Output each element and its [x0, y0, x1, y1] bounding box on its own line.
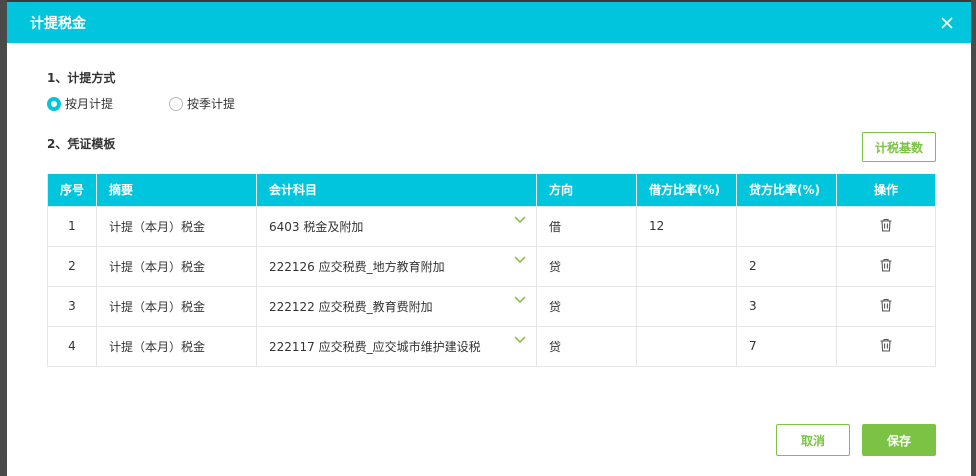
- tax-accrual-dialog: 计提税金 1、计提方式 按月计提 按季计提 2、凭证模板 计税基数 序号 摘要 …: [7, 2, 971, 476]
- close-icon[interactable]: [937, 13, 957, 33]
- cell-no: 2: [47, 245, 97, 287]
- table-row: 2 计提（本月）税金 222126 应交税费_地方教育附加 贷 2: [47, 245, 936, 287]
- cancel-button[interactable]: 取消: [776, 424, 850, 456]
- cell-no: 1: [47, 205, 97, 247]
- backdrop-left: [0, 0, 7, 476]
- watermark: 大数跨境: [6, 444, 118, 470]
- credit-rate-text: 2: [749, 259, 757, 273]
- cell-account-select[interactable]: 222126 应交税费_地方教育附加: [256, 245, 537, 287]
- radio-quarterly-label: 按季计提: [187, 97, 236, 111]
- account-text: 222122 应交税费_教育费附加: [269, 299, 433, 314]
- cell-summary[interactable]: 计提（本月）税金: [96, 205, 257, 247]
- accrual-method-radio-group: 按月计提 按季计提: [47, 95, 235, 112]
- credit-rate-text: 3: [749, 299, 757, 313]
- trash-icon[interactable]: [879, 338, 893, 352]
- summary-text: 计提（本月）税金: [109, 339, 206, 354]
- account-text: 6403 税金及附加: [269, 219, 364, 234]
- summary-text: 计提（本月）税金: [109, 259, 206, 274]
- table-row: 3 计提（本月）税金 222122 应交税费_教育费附加 贷 3: [47, 285, 936, 327]
- credit-rate-text: 7: [749, 339, 757, 353]
- cell-account-select[interactable]: 222122 应交税费_教育费附加: [256, 285, 537, 327]
- table-row: 1 计提（本月）税金 6403 税金及附加 借 12: [47, 205, 936, 247]
- cell-action: [836, 285, 936, 327]
- cell-direction[interactable]: 贷: [536, 325, 637, 367]
- col-header-summary: 摘要: [96, 174, 257, 207]
- cell-debit-rate[interactable]: [636, 245, 737, 287]
- cell-debit-rate[interactable]: [636, 325, 737, 367]
- cell-credit-rate[interactable]: 2: [736, 245, 837, 287]
- cell-direction[interactable]: 贷: [536, 285, 637, 327]
- tax-base-button[interactable]: 计税基数: [862, 132, 936, 162]
- voucher-template-label: 2、凭证模板: [47, 137, 116, 151]
- radio-quarterly-circle[interactable]: [169, 96, 184, 111]
- cell-action: [836, 325, 936, 367]
- radio-monthly[interactable]: 按月计提: [47, 95, 113, 112]
- watermark-text: 大数跨境: [46, 448, 118, 469]
- dialog-header: 计提税金: [7, 2, 971, 43]
- radio-monthly-label: 按月计提: [65, 97, 114, 111]
- summary-text: 计提（本月）税金: [109, 219, 206, 234]
- chevron-down-icon[interactable]: [514, 295, 526, 304]
- col-header-direction: 方向: [536, 174, 637, 207]
- col-header-action: 操作: [836, 174, 936, 207]
- col-header-credit-rate: 贷方比率(%): [736, 174, 837, 207]
- accrual-method-label: 1、计提方式: [47, 71, 116, 85]
- watermark-logo-icon: [6, 448, 41, 466]
- cell-account-select[interactable]: 6403 税金及附加: [256, 205, 537, 247]
- cell-summary[interactable]: 计提（本月）税金: [96, 325, 257, 367]
- voucher-template-table: 序号 摘要 会计科目 方向 借方比率(%) 贷方比率(%) 操作 1 计提（本月…: [47, 174, 936, 367]
- cell-action: [836, 205, 936, 247]
- cell-credit-rate[interactable]: 7: [736, 325, 837, 367]
- chevron-down-icon[interactable]: [514, 255, 526, 264]
- cell-summary[interactable]: 计提（本月）税金: [96, 285, 257, 327]
- close-icon-glyph: [941, 16, 953, 29]
- cell-credit-rate[interactable]: [736, 205, 837, 247]
- col-header-no: 序号: [47, 174, 97, 207]
- trash-icon[interactable]: [879, 258, 893, 272]
- direction-text: 贷: [549, 339, 562, 354]
- cell-credit-rate[interactable]: 3: [736, 285, 837, 327]
- cell-summary[interactable]: 计提（本月）税金: [96, 245, 257, 287]
- cell-no: 4: [47, 325, 97, 367]
- col-header-account: 会计科目: [256, 174, 537, 207]
- col-header-debit-rate: 借方比率(%): [636, 174, 737, 207]
- save-button[interactable]: 保存: [862, 424, 936, 456]
- trash-icon[interactable]: [879, 218, 893, 232]
- cell-debit-rate[interactable]: [636, 285, 737, 327]
- account-text: 222126 应交税费_地方教育附加: [269, 259, 445, 274]
- direction-text: 贷: [549, 299, 562, 314]
- debit-rate-text: 12: [649, 219, 665, 233]
- summary-text: 计提（本月）税金: [109, 299, 206, 314]
- trash-icon[interactable]: [879, 298, 893, 312]
- direction-text: 借: [549, 219, 562, 234]
- cell-no: 3: [47, 285, 97, 327]
- radio-monthly-circle[interactable]: [47, 96, 61, 111]
- radio-quarterly[interactable]: 按季计提: [169, 95, 235, 112]
- cell-direction[interactable]: 贷: [536, 245, 637, 287]
- cell-direction[interactable]: 借: [536, 205, 637, 247]
- chevron-down-icon[interactable]: [514, 215, 526, 224]
- cell-action: [836, 245, 936, 287]
- account-text: 222117 应交税费_应交城市维护建设税: [269, 339, 481, 354]
- dialog-title: 计提税金: [30, 15, 86, 32]
- cell-debit-rate[interactable]: 12: [636, 205, 737, 247]
- backdrop-right: [971, 0, 976, 476]
- direction-text: 贷: [549, 259, 562, 274]
- table-header-row: 序号 摘要 会计科目 方向 借方比率(%) 贷方比率(%) 操作: [47, 174, 936, 207]
- table-row: 4 计提（本月）税金 222117 应交税费_应交城市维护建设税 贷 7: [47, 325, 936, 367]
- cell-account-select[interactable]: 222117 应交税费_应交城市维护建设税: [256, 325, 537, 367]
- chevron-down-icon[interactable]: [514, 335, 526, 344]
